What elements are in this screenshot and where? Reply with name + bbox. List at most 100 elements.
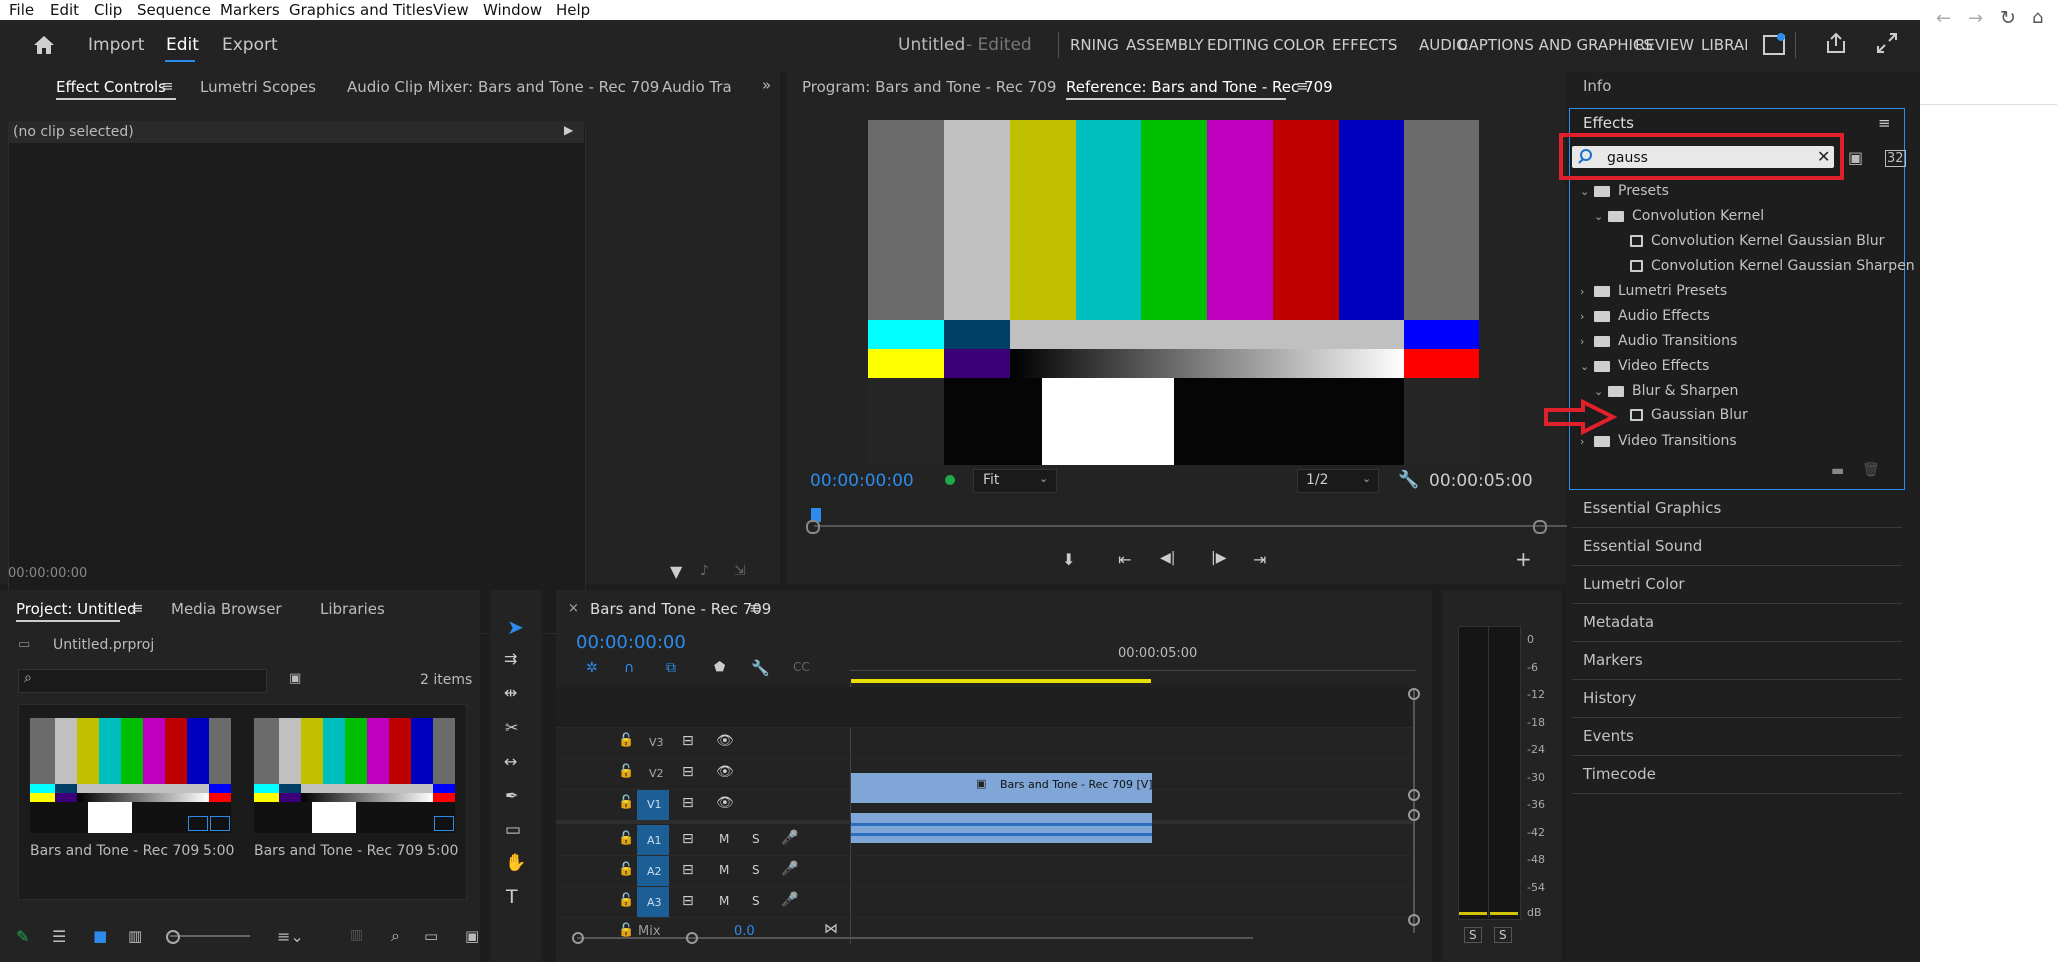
step-back-icon[interactable]: ◀| <box>1160 550 1175 566</box>
linked-selection-icon[interactable]: ⧉ <box>666 660 676 676</box>
mode-export[interactable]: Export <box>222 35 278 55</box>
tree-conv-gaussian-sharpen[interactable]: Convolution Kernel Gaussian Sharpen <box>1630 258 1915 274</box>
export-icon[interactable]: ⇲ <box>734 563 746 579</box>
mic-icon[interactable]: 🎤 <box>781 830 798 846</box>
ws-assembly[interactable]: ASSEMBLY <box>1126 36 1204 54</box>
back-icon[interactable]: ← <box>1936 8 1951 29</box>
mode-edit[interactable]: Edit <box>166 35 199 55</box>
home-icon[interactable]: ⌂ <box>2032 7 2043 28</box>
ws-color[interactable]: COLOR <box>1273 36 1325 54</box>
tab-menu-icon[interactable]: ≡ <box>1296 77 1309 95</box>
clip-thumbnail[interactable] <box>254 718 455 833</box>
scroll-handle-mid2[interactable] <box>1408 809 1420 821</box>
magnet-icon[interactable]: ∩ <box>624 660 634 676</box>
razor-tool-icon[interactable]: ✂ <box>505 718 518 737</box>
selection-tool-icon[interactable]: ➤ <box>507 615 524 639</box>
snap-icon[interactable]: ✲ <box>586 660 598 676</box>
scroll-handle-left[interactable] <box>572 932 584 944</box>
audio-clip[interactable] <box>851 813 1152 843</box>
menu-clip[interactable]: Clip <box>94 1 122 19</box>
lock-icon[interactable]: 🔓 <box>618 764 634 779</box>
scroll-handle-right[interactable] <box>686 932 698 944</box>
scrub-bar[interactable] <box>814 525 1572 527</box>
tab-menu-icon[interactable]: ≡ <box>749 599 762 617</box>
scroll-handle-bottom[interactable] <box>1408 914 1420 926</box>
go-to-out-icon[interactable]: ⇥ <box>1253 550 1266 569</box>
menu-graphics-titles[interactable]: Graphics and Titles <box>289 1 433 19</box>
eye-icon[interactable]: 👁 <box>716 764 734 780</box>
ws-captions-graphics[interactable]: CAPTIONS AND GRAPHICS <box>1458 36 1653 54</box>
panel-metadata[interactable]: Metadata <box>1583 613 1654 631</box>
zoom-slider[interactable] <box>170 935 250 937</box>
mic-icon[interactable]: 🎤 <box>781 892 798 908</box>
hand-tool-icon[interactable]: ✋ <box>505 853 526 873</box>
mute-button[interactable]: M <box>719 894 729 908</box>
share-icon[interactable] <box>1825 32 1847 54</box>
wrench-icon[interactable]: 🔧 <box>1398 470 1419 490</box>
step-forward-icon[interactable]: |▶ <box>1211 550 1226 566</box>
ws-learning[interactable]: RNING <box>1070 36 1119 54</box>
type-tool-icon[interactable]: T <box>506 886 518 908</box>
horizontal-scrollbar[interactable] <box>577 937 1253 939</box>
reload-icon[interactable]: ↻ <box>2000 7 2016 29</box>
expand-icon[interactable]: ▶ <box>564 123 573 137</box>
automate-icon[interactable]: ▥ <box>350 927 363 943</box>
tree-convolution-kernel[interactable]: ⌄ Convolution Kernel <box>1594 208 1764 224</box>
tab-project[interactable]: Project: Untitled <box>16 600 136 618</box>
tree-audio-effects[interactable]: › Audio Effects <box>1580 308 1710 324</box>
panel-timecode[interactable]: Timecode <box>1583 765 1656 783</box>
menu-file[interactable]: File <box>9 1 34 19</box>
monitor-timecode-in[interactable]: 00:00:00:00 <box>810 471 914 491</box>
menu-help[interactable]: Help <box>556 1 590 19</box>
filter-icon[interactable]: ▼ <box>670 562 682 581</box>
timeline-timecode[interactable]: 00:00:00:00 <box>576 632 686 653</box>
sync-lock-icon[interactable]: ⊟ <box>682 862 694 878</box>
menu-markers[interactable]: Markers <box>220 1 280 19</box>
new-bin-icon[interactable]: ▬ <box>1831 463 1844 479</box>
tab-menu-icon[interactable]: ≡ <box>161 77 174 95</box>
menu-window[interactable]: Window <box>483 1 542 19</box>
menu-view[interactable]: View <box>433 1 469 19</box>
tree-video-transitions[interactable]: › Video Transitions <box>1580 433 1737 449</box>
play-audio-icon[interactable]: ♪ <box>700 563 709 579</box>
ws-editing[interactable]: EDITING <box>1207 36 1269 54</box>
sync-lock-icon[interactable]: ⊟ <box>682 831 694 847</box>
zoom-slider-handle[interactable] <box>166 930 180 944</box>
solo-button[interactable]: S <box>752 832 760 846</box>
fullscreen-icon[interactable] <box>1876 32 1898 54</box>
freeform-view-icon[interactable]: ▥ <box>128 927 142 945</box>
tab-audio-clip-mixer[interactable]: Audio Clip Mixer: Bars and Tone - Rec 70… <box>347 78 659 96</box>
icon-view-icon[interactable]: ■ <box>93 927 107 945</box>
solo-right-button[interactable]: S <box>1494 927 1512 943</box>
lock-icon[interactable]: 🔓 <box>618 862 634 877</box>
solo-button[interactable]: S <box>752 863 760 877</box>
find-icon[interactable]: ⌕ <box>391 926 400 946</box>
scroll-handle-left[interactable] <box>806 520 820 534</box>
add-button-icon[interactable]: + <box>1515 547 1532 571</box>
go-to-in-icon[interactable]: ⇤ <box>1118 550 1131 569</box>
delete-icon[interactable]: 🗑 <box>1862 462 1880 478</box>
clear-search-icon[interactable]: ✕ <box>1817 147 1830 166</box>
panel-events[interactable]: Events <box>1583 727 1634 745</box>
lock-icon[interactable]: 🔓 <box>618 733 634 748</box>
settings-wrench-icon[interactable]: 🔧 <box>751 659 770 677</box>
tree-lumetri-presets[interactable]: › Lumetri Presets <box>1580 283 1727 299</box>
lock-icon[interactable]: 🔓 <box>618 893 634 908</box>
tab-effect-controls[interactable]: Effect Controls <box>56 78 166 96</box>
tab-audio-track-mixer[interactable]: Audio Trac <box>662 78 732 96</box>
ws-libraries[interactable]: LIBRARI <box>1701 36 1747 54</box>
lock-icon[interactable]: 🔓 <box>618 795 634 810</box>
tab-info[interactable]: Info <box>1583 77 1611 95</box>
tree-presets[interactable]: ⌄ Presets <box>1580 183 1669 199</box>
mute-button[interactable]: M <box>719 863 729 877</box>
lock-icon[interactable]: 🔓 <box>618 831 634 846</box>
sync-lock-icon[interactable]: ⊟ <box>682 764 694 780</box>
tab-program-monitor[interactable]: Program: Bars and Tone - Rec 709 <box>802 78 1056 96</box>
overflow-tabs-icon[interactable]: » <box>762 76 771 94</box>
ripple-edit-tool-icon[interactable]: ⇹ <box>504 683 517 702</box>
mode-import[interactable]: Import <box>88 35 144 55</box>
panel-menu-icon[interactable]: ≡ <box>1878 114 1891 132</box>
rectangle-tool-icon[interactable]: ▭ <box>505 820 521 840</box>
panel-essential-graphics[interactable]: Essential Graphics <box>1583 499 1721 517</box>
32bit-badge-icon[interactable]: 32 <box>1885 150 1906 167</box>
